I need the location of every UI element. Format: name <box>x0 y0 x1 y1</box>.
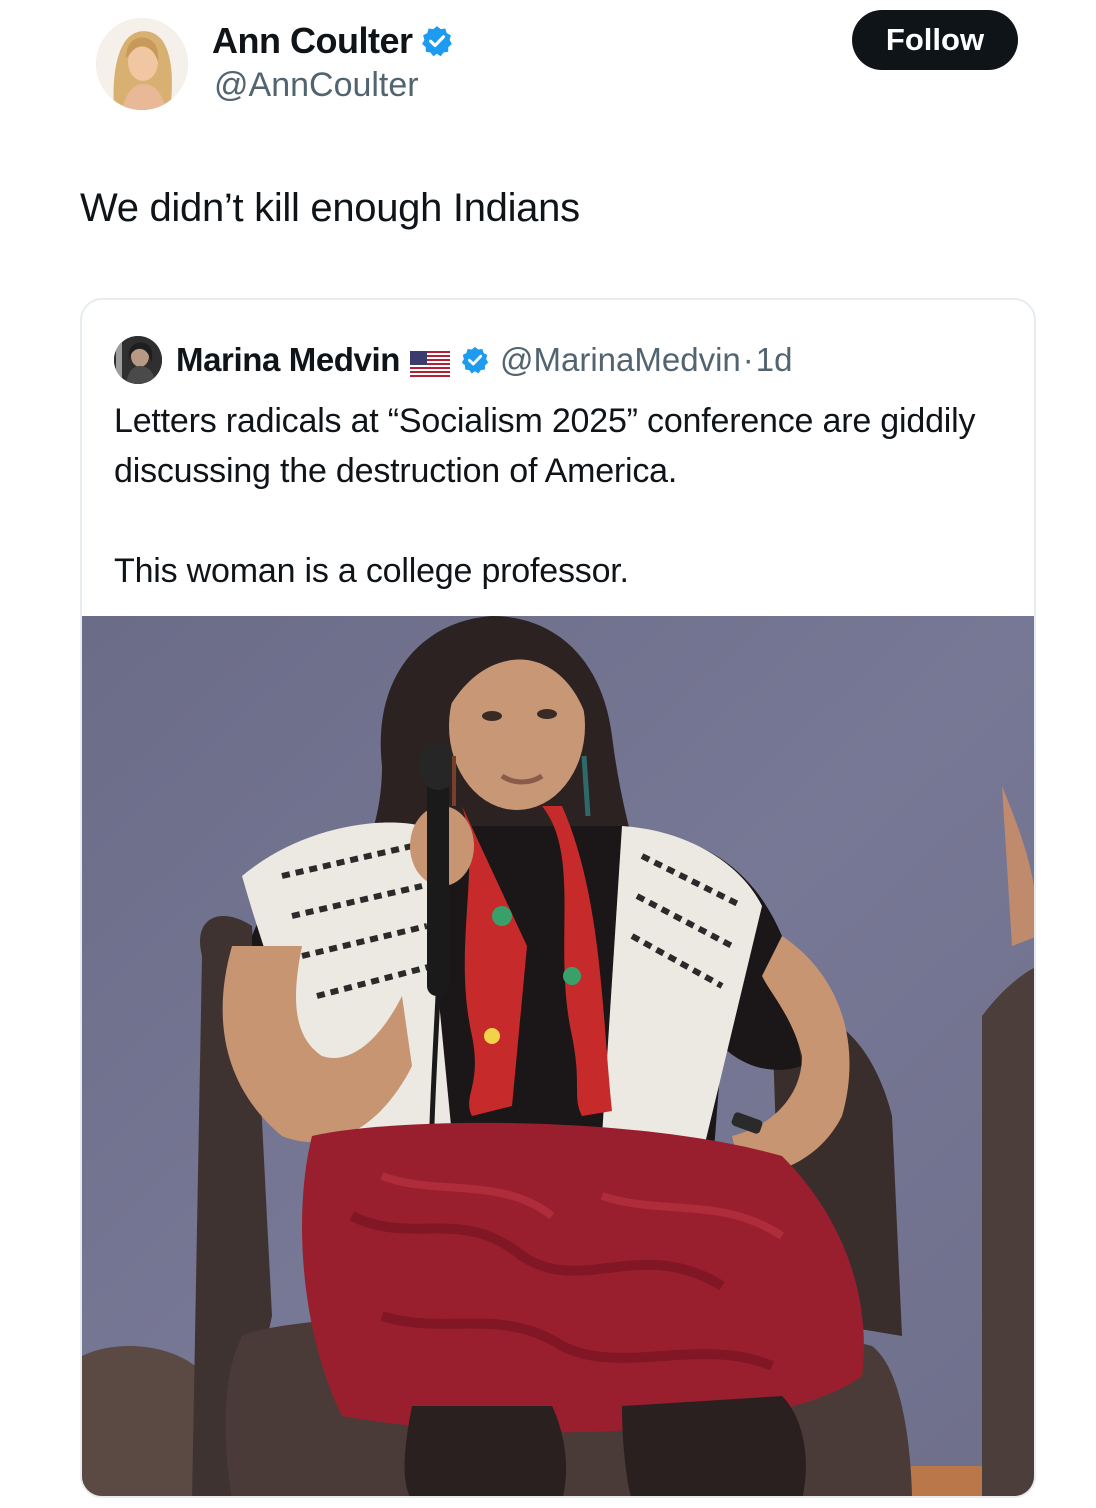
tweet-text: We didn’t kill enough Indians <box>80 186 580 230</box>
follow-button[interactable]: Follow <box>852 10 1018 70</box>
quoted-tweet-photo[interactable] <box>82 616 1034 1496</box>
quoted-tweet-text: Letters radicals at “Socialism 2025” con… <box>114 396 1014 596</box>
author-name[interactable]: Ann Coulter <box>212 20 413 62</box>
author-handle[interactable]: @AnnCoulter <box>214 66 419 105</box>
quoted-tweet-time[interactable]: 1d <box>756 341 793 379</box>
quoted-paragraph-1: Letters radicals at “Socialism 2025” con… <box>114 402 976 490</box>
verified-badge-icon <box>420 24 454 58</box>
quoted-tweet-card[interactable]: Marina Medvin @MarinaMedvin · 1d Letters… <box>80 298 1036 1498</box>
author-name-row: Ann Coulter <box>212 20 454 62</box>
quoted-author-avatar[interactable] <box>114 336 162 384</box>
header-separator: · <box>742 341 754 378</box>
quoted-author-handle[interactable]: @MarinaMedvin <box>500 341 741 379</box>
quoted-tweet-header: Marina Medvin @MarinaMedvin · 1d <box>176 336 792 384</box>
quoted-paragraph-2: This woman is a college professor. <box>114 552 629 590</box>
quoted-author-name[interactable]: Marina Medvin <box>176 341 400 379</box>
quoted-verified-badge-icon <box>460 345 490 375</box>
us-flag-icon <box>410 347 451 377</box>
author-avatar[interactable] <box>96 18 188 110</box>
